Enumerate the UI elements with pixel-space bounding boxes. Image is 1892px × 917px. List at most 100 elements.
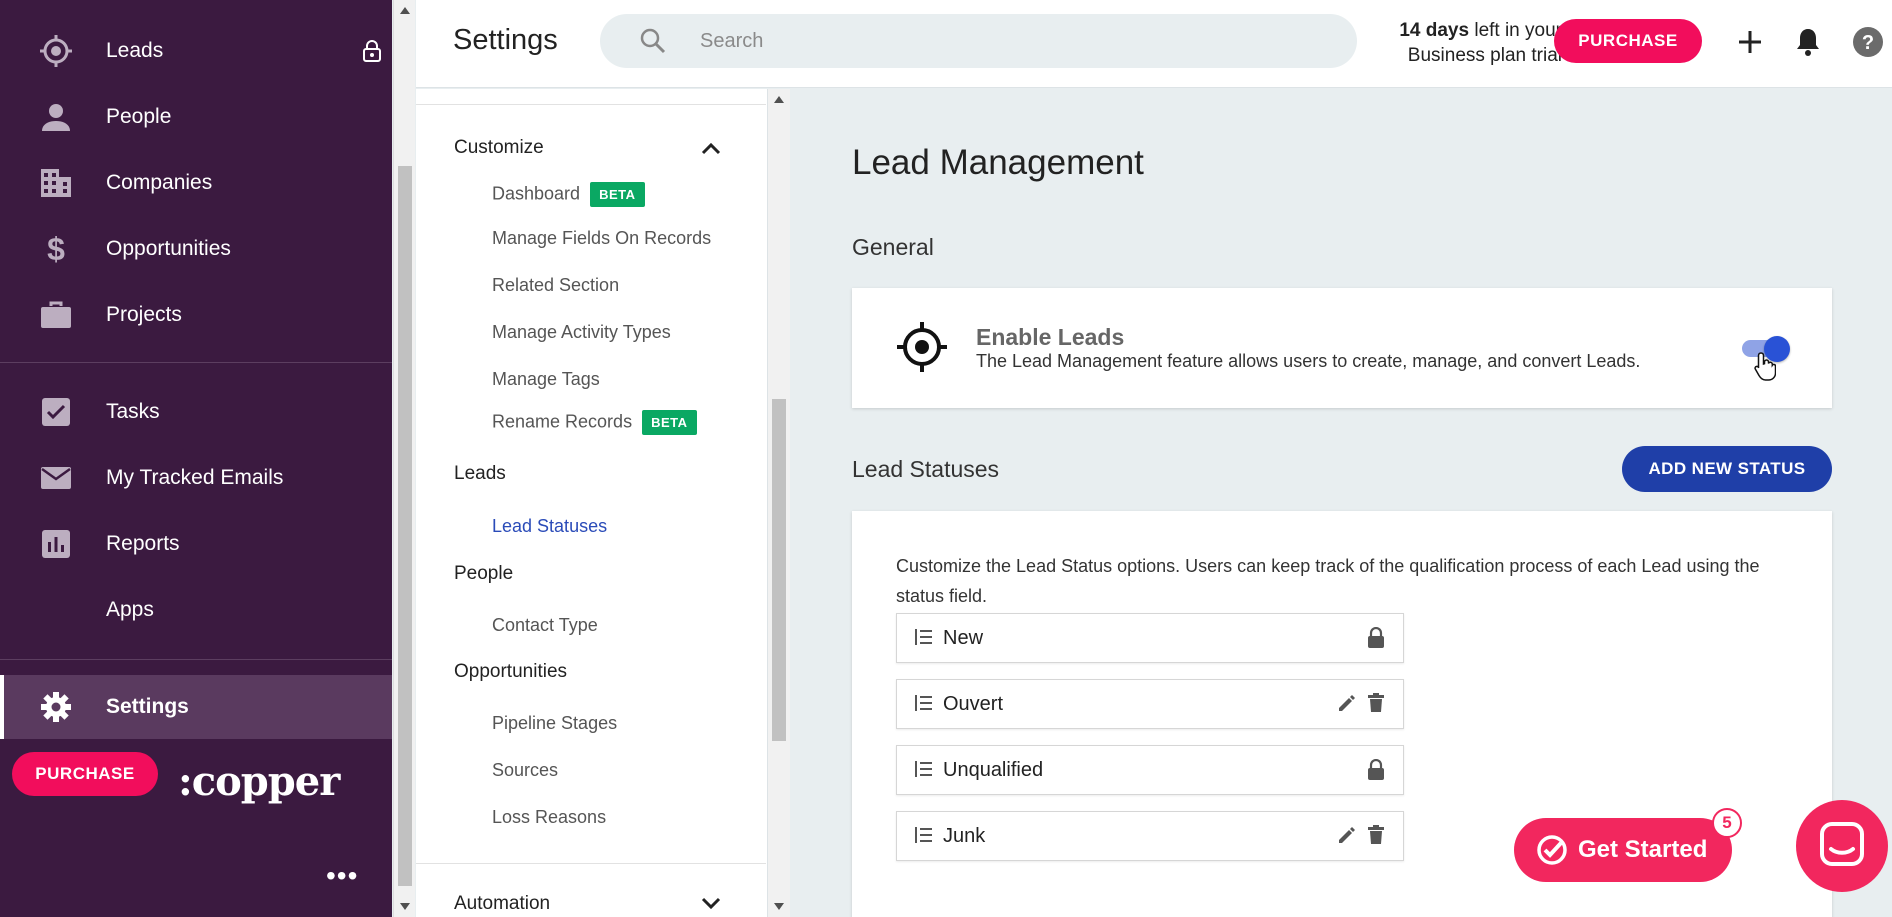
- status-name: Junk: [943, 825, 986, 847]
- chevron-down-icon[interactable]: [701, 897, 721, 916]
- trash-icon[interactable]: [1367, 825, 1385, 850]
- scrollbar-thumb[interactable]: [772, 399, 786, 741]
- person-icon: [38, 99, 74, 135]
- subnav-item-label: Rename Records: [492, 411, 633, 432]
- chat-launcher-button[interactable]: [1796, 800, 1888, 892]
- top-header: Settings 14 days left in your Business p…: [416, 0, 1892, 88]
- trial-plan: Business plan trial: [1407, 45, 1562, 66]
- subnav-item-contact-type[interactable]: Contact Type: [492, 615, 598, 636]
- subnav-section-automation[interactable]: Automation: [454, 893, 550, 915]
- trash-icon[interactable]: [1367, 693, 1385, 718]
- nav-item-leads[interactable]: Leads: [0, 19, 392, 83]
- nav-item-apps[interactable]: Apps: [0, 578, 392, 642]
- status-row[interactable]: Unqualified: [896, 745, 1404, 795]
- subnav-item-label: Dashboard: [492, 183, 581, 204]
- subnav-divider: [416, 863, 766, 864]
- search-icon: [640, 28, 666, 59]
- subnav-item-dashboard[interactable]: Dashboard BETA: [492, 182, 645, 207]
- beta-badge: BETA: [590, 182, 645, 207]
- crosshair-icon: [896, 321, 948, 378]
- nav-item-settings[interactable]: Settings: [0, 675, 392, 739]
- nav-item-label: My Tracked Emails: [106, 466, 284, 489]
- lead-statuses-description: Customize the Lead Status options. Users…: [896, 556, 1760, 606]
- nav-item-tracked-emails[interactable]: My Tracked Emails: [0, 446, 392, 510]
- nav-item-label: Settings: [106, 695, 189, 718]
- drag-handle-icon[interactable]: [913, 826, 933, 849]
- nav-divider: [0, 659, 392, 660]
- nav-item-reports[interactable]: Reports: [0, 512, 392, 576]
- header-purchase-button[interactable]: PURCHASE: [1554, 19, 1702, 63]
- subnav-item-activity-types[interactable]: Manage Activity Types: [492, 322, 671, 343]
- bell-icon[interactable]: [1790, 24, 1826, 60]
- status-name: Ouvert: [943, 693, 1004, 715]
- svg-text:?: ?: [1862, 32, 1874, 54]
- subnav-item-pipeline-stages[interactable]: Pipeline Stages: [492, 713, 617, 734]
- scroll-down-arrow-icon[interactable]: [774, 903, 784, 910]
- subnav-item-lead-statuses[interactable]: Lead Statuses: [492, 516, 607, 537]
- scrollbar-thumb[interactable]: [398, 166, 412, 886]
- nav-item-tasks[interactable]: Tasks: [0, 380, 392, 444]
- subnav-group-opportunities: Opportunities: [454, 661, 568, 682]
- purchase-button[interactable]: PURCHASE: [12, 752, 158, 796]
- drag-handle-icon[interactable]: [913, 628, 933, 651]
- plus-icon[interactable]: [1732, 24, 1768, 60]
- dollar-icon: $: [47, 230, 65, 267]
- nav-item-projects[interactable]: Projects: [0, 283, 392, 347]
- search-input[interactable]: [700, 26, 1300, 56]
- scroll-up-arrow-icon[interactable]: [400, 7, 410, 14]
- main-content: Lead Management General Enable Leads The…: [790, 89, 1892, 917]
- subnav-item-manage-fields[interactable]: Manage Fields On Records: [492, 228, 711, 249]
- gear-icon: [38, 689, 74, 725]
- envelope-icon: [38, 460, 74, 496]
- general-heading: General: [852, 234, 934, 260]
- scroll-up-arrow-icon[interactable]: [774, 96, 784, 103]
- lead-statuses-heading: Lead Statuses: [852, 456, 1000, 482]
- nav-item-companies[interactable]: Companies: [0, 151, 392, 215]
- edit-pencil-icon[interactable]: [1337, 825, 1357, 850]
- nav-item-label: Opportunities: [106, 237, 231, 260]
- subnav-item-manage-tags[interactable]: Manage Tags: [492, 369, 600, 390]
- edit-pencil-icon[interactable]: [1337, 693, 1357, 718]
- scroll-down-arrow-icon[interactable]: [400, 903, 410, 910]
- trial-days: 14 days: [1399, 20, 1470, 41]
- sidebar-scrollbar[interactable]: [393, 0, 415, 917]
- status-row[interactable]: New: [896, 613, 1404, 663]
- subnav-divider: [416, 104, 766, 105]
- nav-item-label: Companies: [106, 171, 213, 194]
- more-options-icon[interactable]: •••: [326, 860, 358, 892]
- enable-leads-description: The Lead Management feature allows users…: [976, 351, 1641, 371]
- subnav-group-leads: Leads: [454, 463, 506, 484]
- subnav-item-rename-records[interactable]: Rename Records BETA: [492, 410, 697, 435]
- help-icon[interactable]: ?: [1850, 24, 1886, 60]
- get-started-button[interactable]: Get Started: [1514, 818, 1732, 882]
- search-bar[interactable]: [600, 14, 1357, 68]
- nav-item-people[interactable]: People: [0, 85, 392, 149]
- nav-divider: [0, 362, 392, 363]
- subnav-scrollbar[interactable]: [768, 89, 790, 917]
- checkbox-icon: [38, 394, 74, 430]
- settings-subnav: Customize Dashboard BETA Manage Fields On…: [416, 89, 768, 917]
- subnav-item-related-section[interactable]: Related Section: [492, 275, 619, 296]
- page-title: Settings: [453, 24, 558, 56]
- get-started-label: Get Started: [1578, 836, 1708, 863]
- enable-leads-title: Enable Leads: [976, 324, 1125, 350]
- enable-leads-card: Enable Leads The Lead Management feature…: [852, 288, 1832, 408]
- drag-handle-icon[interactable]: [913, 760, 933, 783]
- lock-icon: [1367, 626, 1385, 654]
- subnav-item-loss-reasons[interactable]: Loss Reasons: [492, 807, 606, 828]
- bar-chart-icon: [38, 526, 74, 562]
- status-row[interactable]: Junk: [896, 811, 1404, 861]
- drag-handle-icon[interactable]: [913, 694, 933, 717]
- beta-badge: BETA: [642, 410, 697, 435]
- lock-icon: [362, 40, 382, 67]
- checkmark-badge-icon: [1536, 834, 1568, 873]
- section-title: Lead Management: [852, 143, 1144, 182]
- status-row[interactable]: Ouvert: [896, 679, 1404, 729]
- subnav-section-customize[interactable]: Customize: [454, 137, 544, 159]
- subnav-item-sources[interactable]: Sources: [492, 760, 558, 781]
- nav-item-label: Projects: [106, 303, 182, 326]
- chevron-up-icon[interactable]: [701, 141, 721, 160]
- nav-item-opportunities[interactable]: $ Opportunities: [0, 217, 392, 281]
- add-new-status-button[interactable]: ADD NEW STATUS: [1622, 446, 1832, 492]
- nav-item-label: Apps: [106, 598, 154, 621]
